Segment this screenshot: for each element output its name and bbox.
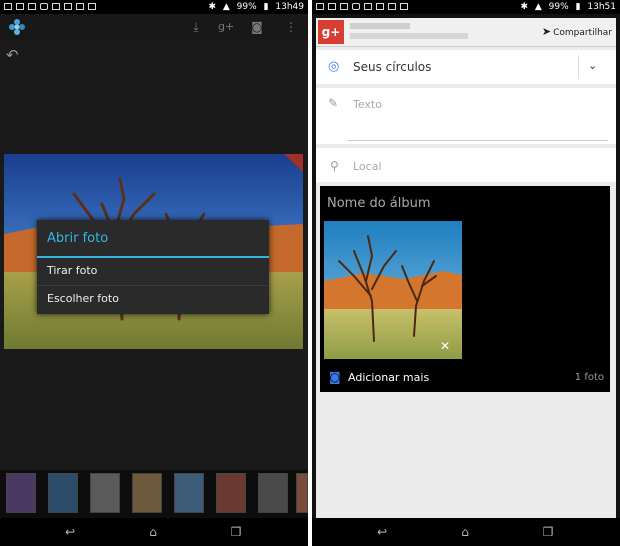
take-photo-option[interactable]: Tirar foto (37, 258, 269, 284)
navigation-bar: ↩ ⌂ ❐ (312, 518, 620, 546)
phone-notification-icon (52, 3, 60, 10)
filter-thumbnail[interactable] (90, 473, 120, 513)
gplus-icon[interactable]: g+ (218, 20, 234, 34)
filter-thumbnail[interactable] (6, 473, 36, 513)
gallery-notification-icon (316, 3, 324, 10)
photo-count: 1 foto (574, 372, 604, 383)
account-email-blurred (350, 33, 468, 39)
image-notification-icon (28, 3, 36, 10)
recents-icon[interactable]: ❐ (538, 524, 558, 540)
album-card: Nome do álbum ✕ ◙ Adicionar mais 1 foto (320, 186, 610, 392)
bluetooth-icon: ✱ (208, 2, 216, 12)
status-bar: ✱ ▲ 99% ▮ 13h51 (312, 0, 620, 14)
image-notification-icon (340, 3, 348, 10)
image-notification-icon (328, 3, 336, 10)
share-header: g+ ➤ Compartilhar (316, 18, 616, 47)
filter-thumbnail[interactable] (216, 473, 246, 513)
chevron-down-icon[interactable]: ⌄ (588, 59, 597, 72)
text-placeholder: Texto (353, 98, 382, 111)
filter-thumbnail[interactable] (258, 473, 288, 513)
send-icon: ➤ (541, 25, 552, 38)
account-name-blurred (350, 23, 410, 29)
filter-thumbnail[interactable] (174, 473, 204, 513)
clock: 13h51 (587, 2, 616, 12)
camera-icon: ◙ (329, 370, 341, 384)
location-placeholder: Local (353, 160, 382, 173)
action-bar: ⤓ g+ ◙ ⋮ (0, 14, 308, 40)
text-field[interactable]: ✎ Texto (316, 88, 616, 144)
message-notification-icon (352, 3, 360, 10)
signal-icon: ▲ (222, 2, 230, 12)
divider (578, 55, 579, 79)
battery-icon: ▮ (263, 2, 269, 12)
left-screen: ✱ ▲ 99% ▮ 13h49 ⤓ g+ ◙ ⋮ ↶ Abrir foto Ti… (0, 0, 308, 546)
bluetooth-icon: ✱ (520, 2, 528, 12)
camera-icon[interactable]: ◙ (250, 20, 264, 34)
navigation-bar: ↩ ⌂ ❐ (0, 518, 308, 546)
bug-notification-icon (64, 3, 72, 10)
back-icon[interactable]: ↩ (60, 524, 80, 540)
app-icon[interactable] (8, 18, 26, 36)
text-underline (348, 140, 608, 141)
overflow-menu-icon[interactable]: ⋮ (284, 20, 298, 34)
audience-label: Seus círculos (353, 60, 432, 74)
battery-level: 99% (548, 2, 569, 12)
gplus-logo: g+ (318, 20, 344, 44)
open-photo-dialog: Abrir foto Tirar foto Escolher foto (37, 220, 269, 314)
usb-notification-icon (76, 3, 84, 10)
message-notification-icon (40, 3, 48, 10)
pencil-icon: ✎ (328, 96, 339, 110)
signal-icon: ▲ (534, 2, 542, 12)
choose-photo-option[interactable]: Escolher foto (37, 286, 269, 312)
share-button[interactable]: ➤ Compartilhar (542, 25, 612, 38)
battery-level: 99% (236, 2, 257, 12)
filter-thumbnail[interactable] (132, 473, 162, 513)
status-bar: ✱ ▲ 99% ▮ 13h49 (0, 0, 308, 14)
gallery-notification-icon (4, 3, 12, 10)
share-label: Compartilhar (553, 28, 612, 38)
status-right: ✱ ▲ 99% ▮ 13h51 (516, 0, 616, 14)
status-right: ✱ ▲ 99% ▮ 13h49 (204, 0, 304, 14)
circles-icon: ◎ (328, 59, 340, 74)
bug-notification-icon (376, 3, 384, 10)
filter-filmstrip (0, 470, 308, 518)
home-icon[interactable]: ⌂ (455, 524, 475, 540)
location-field[interactable]: ⚲ Local (316, 148, 616, 182)
battery-icon: ▮ (575, 2, 581, 12)
image-notification-icon (400, 3, 408, 10)
clock: 13h49 (275, 2, 304, 12)
filter-thumbnail[interactable] (48, 473, 78, 513)
right-screen: ✱ ▲ 99% ▮ 13h51 g+ ➤ Compartilhar ◎ Seus … (312, 0, 620, 546)
home-icon[interactable]: ⌂ (143, 524, 163, 540)
filter-thumbnail[interactable] (296, 473, 308, 513)
album-name-field[interactable]: Nome do álbum (327, 196, 431, 211)
image-notification-icon (88, 3, 96, 10)
image-notification-icon (16, 3, 24, 10)
back-icon[interactable]: ↩ (372, 524, 392, 540)
dialog-title: Abrir foto (47, 231, 109, 246)
remove-photo-icon[interactable]: ✕ (440, 339, 450, 353)
recents-icon[interactable]: ❐ (226, 524, 246, 540)
location-pin-icon: ⚲ (330, 159, 339, 173)
back-arrow-icon[interactable]: ↶ (6, 46, 19, 64)
phone-notification-icon (364, 3, 372, 10)
download-icon[interactable]: ⤓ (189, 20, 203, 34)
add-more-button[interactable]: Adicionar mais (348, 371, 429, 384)
usb-notification-icon (388, 3, 396, 10)
audience-selector[interactable]: ◎ Seus círculos ⌄ (316, 50, 616, 84)
